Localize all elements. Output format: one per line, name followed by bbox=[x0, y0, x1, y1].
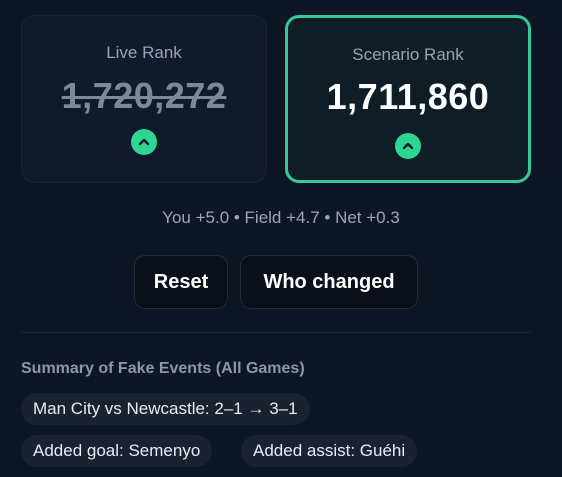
scenario-rank-card: Scenario Rank 1,711,860 bbox=[285, 15, 531, 183]
divider bbox=[21, 332, 531, 333]
live-rank-label: Live Rank bbox=[106, 43, 182, 62]
scenario-rank-panel: Live Rank 1,720,272 Scenario Rank 1,711,… bbox=[0, 0, 562, 477]
fake-event-chip: Added assist: Guéhi bbox=[241, 435, 418, 467]
fake-event-chip: Man City vs Newcastle: 2–1 → 3–1 bbox=[21, 393, 310, 425]
live-rank-card: Live Rank 1,720,272 bbox=[21, 15, 267, 183]
chevron-up-icon bbox=[131, 129, 157, 155]
live-rank-value: 1,720,272 bbox=[61, 75, 227, 116]
reset-button[interactable]: Reset bbox=[134, 255, 228, 309]
scenario-rank-label: Scenario Rank bbox=[352, 45, 464, 64]
fake-events-summary-title: Summary of Fake Events (All Games) bbox=[21, 360, 305, 377]
fake-event-chip: Added goal: Semenyo bbox=[21, 435, 213, 467]
chevron-up-icon bbox=[395, 133, 421, 159]
points-net-summary: You +5.0 • Field +4.7 • Net +0.3 bbox=[162, 208, 400, 227]
who-changed-button[interactable]: Who changed bbox=[240, 255, 418, 309]
scenario-rank-value: 1,711,860 bbox=[326, 76, 490, 117]
